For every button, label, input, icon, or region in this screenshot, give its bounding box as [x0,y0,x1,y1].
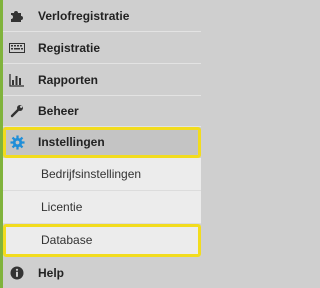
sidebar-menu: Verlofregistratie Registratie Rapporten [0,0,201,288]
menu-item-help[interactable]: Help [3,257,201,288]
bar-chart-icon [9,72,25,88]
menu-item-label: Rapporten [38,72,98,87]
gear-icon [9,134,25,150]
menu-item-label: Instellingen [38,135,105,149]
puzzle-icon [9,8,25,24]
menu-item-rapporten[interactable]: Rapporten [3,64,201,96]
info-icon [9,265,25,281]
submenu-item-bedrijfsinstellingen[interactable]: Bedrijfsinstellingen [3,158,201,191]
submenu-item-database[interactable]: Database [3,224,201,257]
keyboard-icon [9,40,25,56]
submenu-item-label: Licentie [41,200,83,214]
menu-item-label: Registratie [38,40,101,55]
menu-item-beheer[interactable]: Beheer [3,96,201,127]
wrench-icon [9,103,25,119]
menu-item-label: Help [38,265,65,280]
submenu-item-label: Database [41,233,93,247]
menu-item-instellingen[interactable]: Instellingen [3,127,201,158]
submenu-item-label: Bedrijfsinstellingen [41,167,142,181]
menu-item-verlofregistratie[interactable]: Verlofregistratie [3,0,201,32]
menu-item-label: Beheer [38,104,79,118]
submenu-item-licentie[interactable]: Licentie [3,191,201,224]
menu-item-registratie[interactable]: Registratie [3,32,201,64]
menu-item-label: Verlofregistratie [38,8,130,23]
